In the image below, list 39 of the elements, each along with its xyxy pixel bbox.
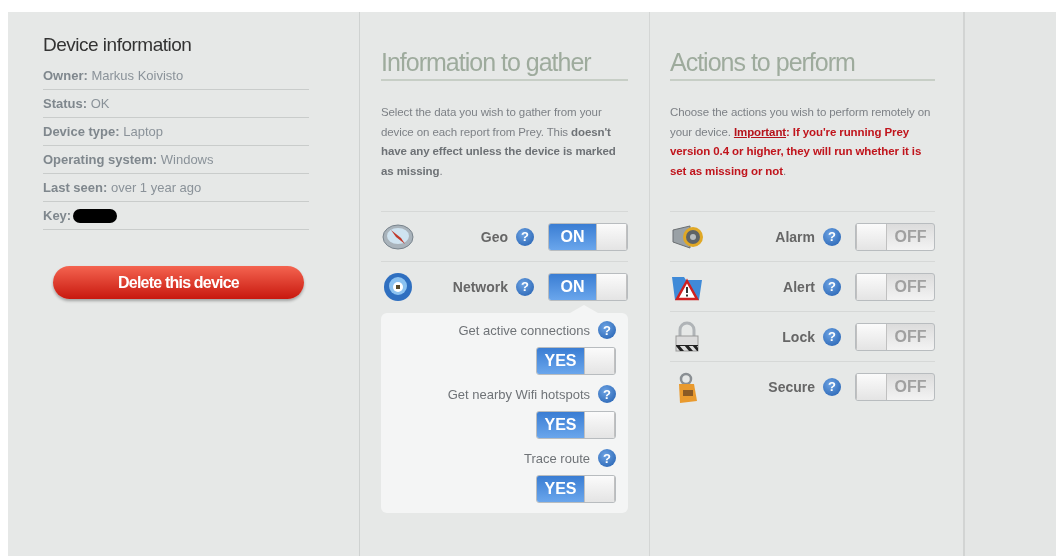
item-label: Alert bbox=[782, 278, 815, 295]
section-title: Information to gather bbox=[381, 48, 628, 81]
item-label: Secure bbox=[767, 378, 815, 395]
delete-button[interactable]: Delete this device bbox=[53, 266, 304, 299]
option-label: Get active connections bbox=[458, 322, 590, 338]
section-title: Device information bbox=[43, 34, 193, 56]
help-icon[interactable]: ? bbox=[823, 377, 841, 396]
item-label: Alarm bbox=[774, 228, 815, 245]
help-icon[interactable]: ? bbox=[823, 227, 841, 246]
option-label: Get nearby Wifi hotspots bbox=[447, 386, 590, 402]
toggle-switch[interactable]: ON bbox=[548, 272, 628, 301]
help-icon[interactable]: ? bbox=[823, 277, 841, 296]
item-label: Lock bbox=[781, 328, 815, 345]
help-icon[interactable]: ? bbox=[516, 277, 534, 296]
field-text: Device type: Laptop bbox=[43, 124, 163, 139]
item-label: Network bbox=[451, 278, 508, 295]
toggle-switch[interactable]: OFF bbox=[855, 272, 935, 301]
description-text: Select the data you wish to gather from your device on each report from Prey. This doesn't have any effect unless the device is marked as missing. bbox=[381, 105, 617, 179]
field-text: Key: bbox=[43, 208, 72, 223]
help-icon[interactable]: ? bbox=[598, 385, 616, 403]
option-label: Trace route bbox=[524, 450, 590, 466]
description-text: Choose the actions you wish to perform remotely on your device. Important: If you're running Prey version 0.4 or higher, they will run whether it is set as missing or not. bbox=[670, 105, 932, 179]
field-text: Status: OK bbox=[43, 96, 110, 111]
field-text: Owner: Markus Koivisto bbox=[43, 68, 184, 83]
item-label: Geo bbox=[479, 228, 508, 245]
help-icon[interactable]: ? bbox=[516, 227, 534, 246]
section-title: Actions to perform bbox=[670, 48, 935, 81]
toggle-switch[interactable]: YES bbox=[536, 475, 616, 503]
help-icon[interactable]: ? bbox=[823, 327, 841, 346]
toggle-switch[interactable]: OFF bbox=[855, 222, 935, 251]
field-text: Operating system: Windows bbox=[43, 152, 214, 167]
toggle-switch[interactable]: YES bbox=[536, 411, 616, 439]
toggle-switch[interactable]: OFF bbox=[855, 322, 935, 351]
help-icon[interactable]: ? bbox=[598, 321, 616, 339]
help-icon[interactable]: ? bbox=[598, 449, 616, 467]
toggle-switch[interactable]: ON bbox=[548, 222, 628, 251]
field-text: Last seen: over 1 year ago bbox=[43, 180, 202, 195]
toggle-switch[interactable]: YES bbox=[536, 347, 616, 375]
toggle-switch[interactable]: OFF bbox=[855, 372, 935, 401]
